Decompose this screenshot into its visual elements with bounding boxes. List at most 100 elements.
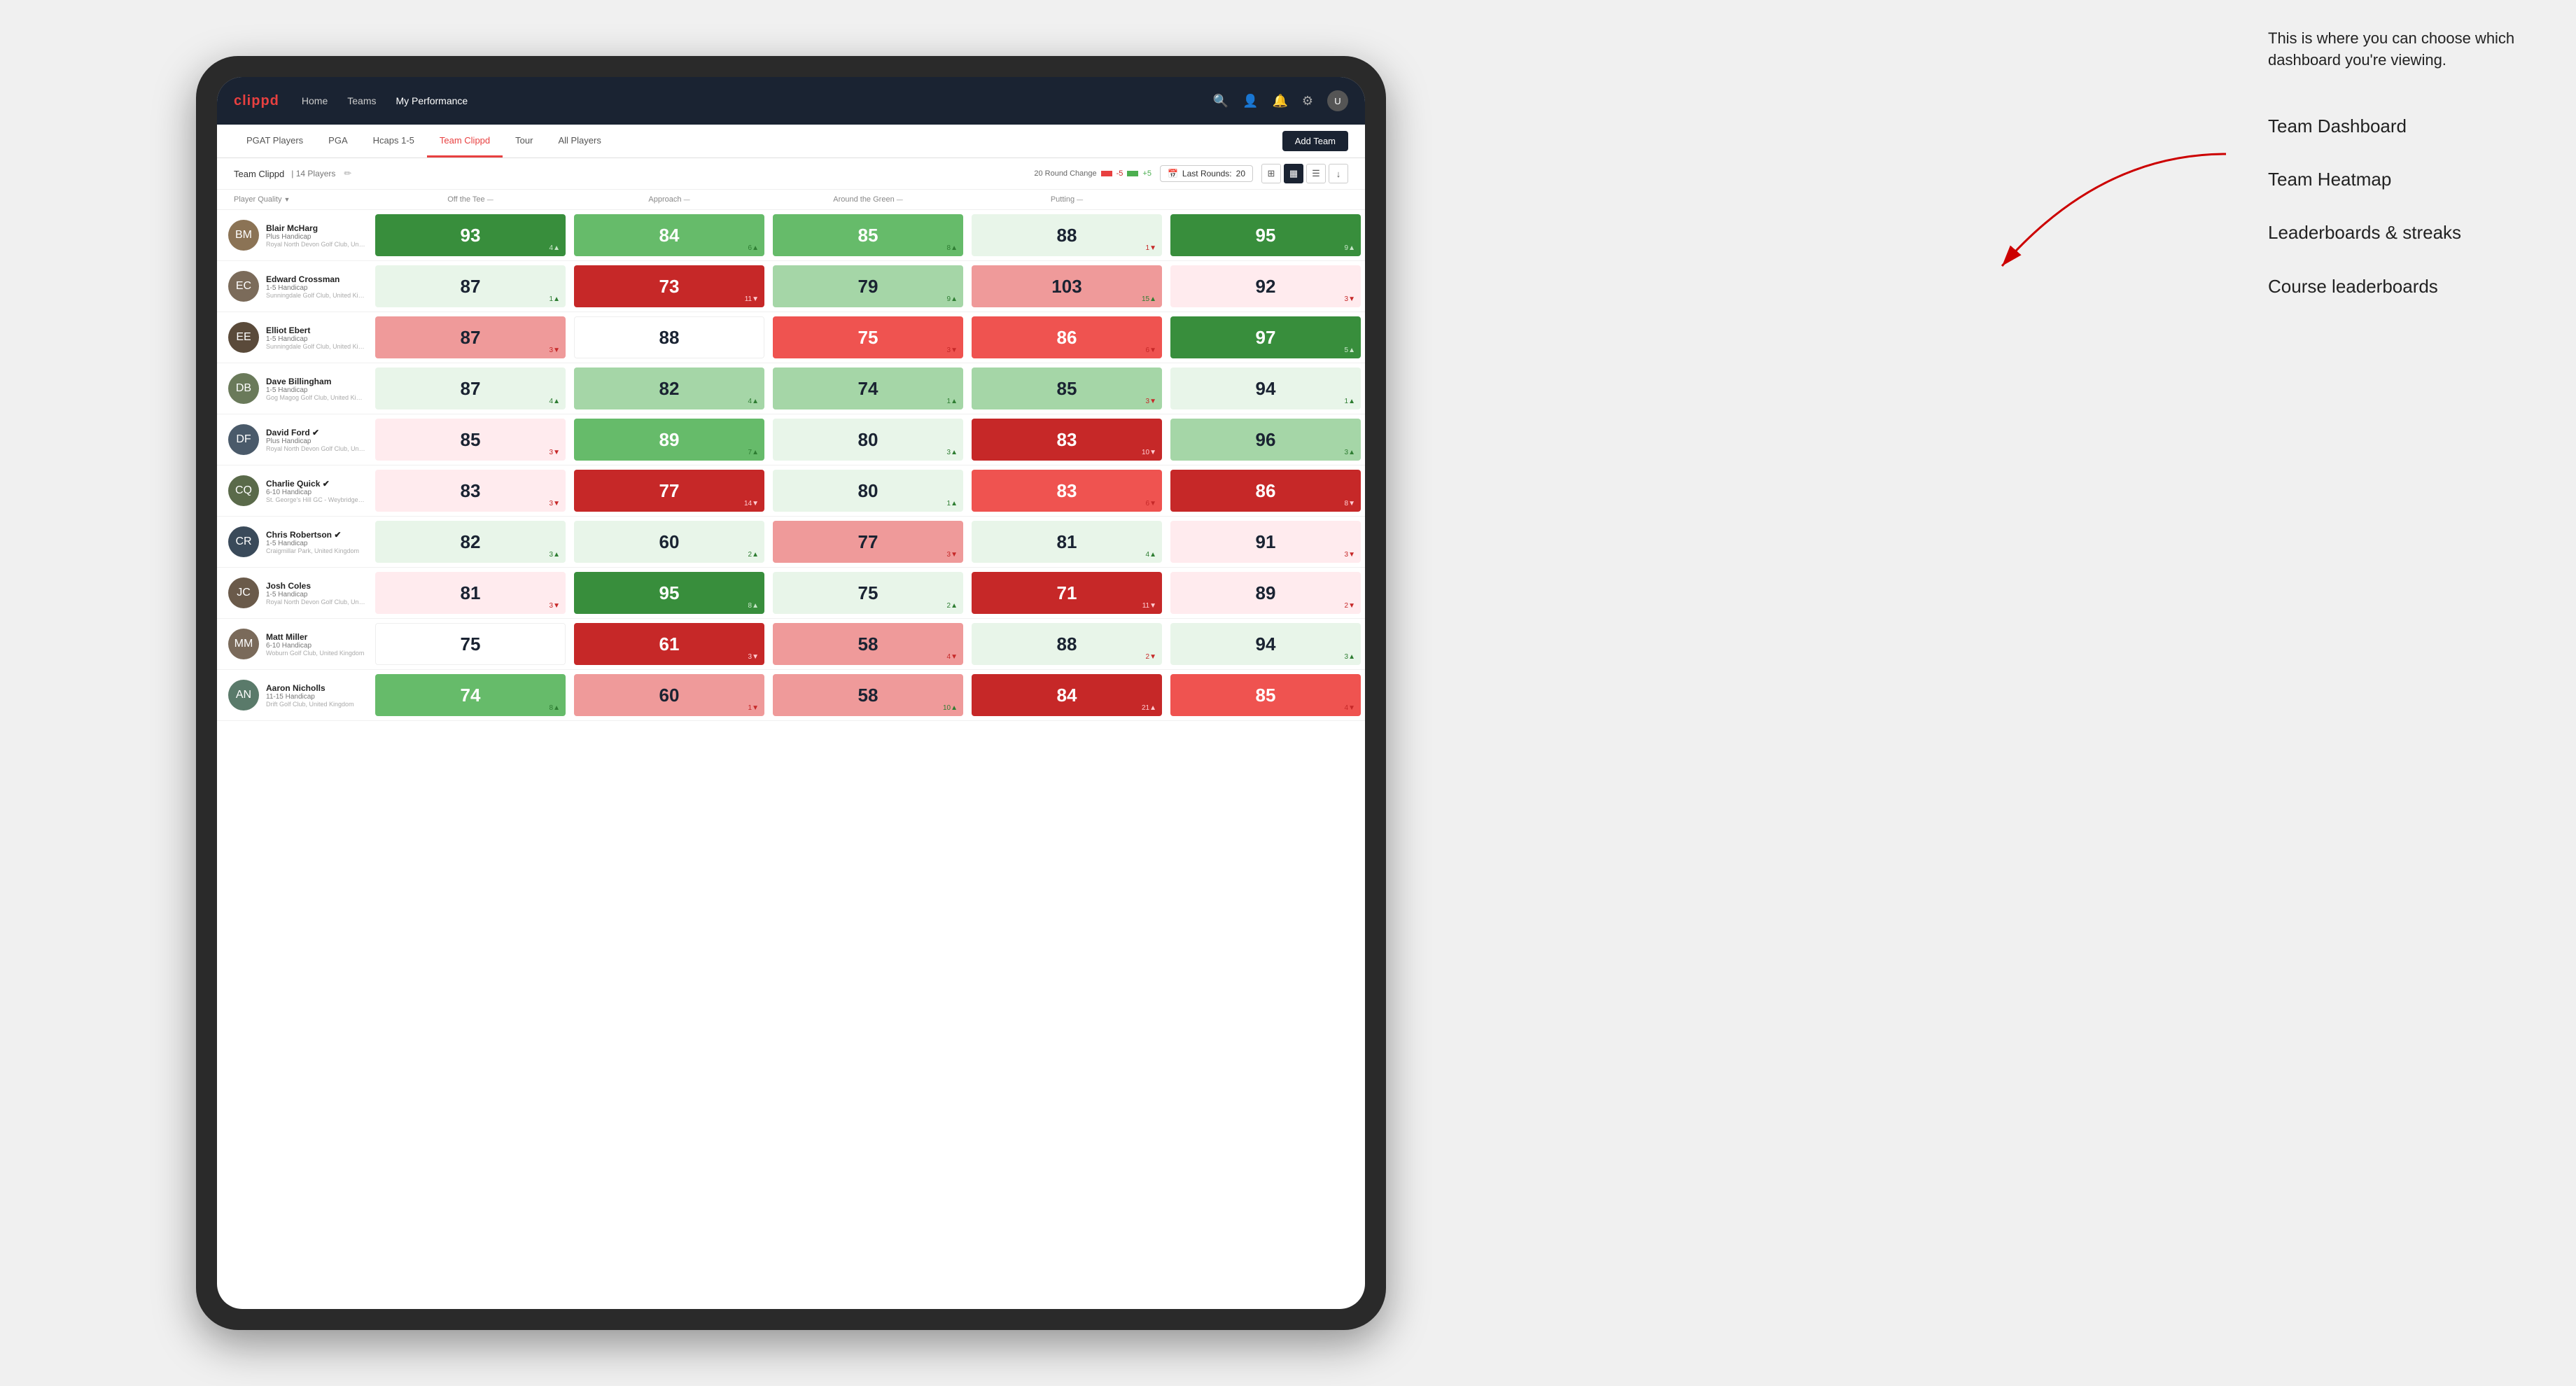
bar-green xyxy=(1127,171,1138,176)
score-cell[interactable]: 871▲ xyxy=(371,261,570,312)
settings-icon[interactable]: ⚙ xyxy=(1302,94,1313,108)
nav-link-teams[interactable]: Teams xyxy=(347,95,376,106)
score-cell[interactable]: 8421▲ xyxy=(967,670,1166,720)
player-cell[interactable]: CRChris Robertson ✔1-5 HandicapCraigmill… xyxy=(217,517,371,567)
score-cell[interactable]: 941▲ xyxy=(1166,363,1365,414)
score-box: 923▼ xyxy=(1170,265,1361,307)
score-delta: 9▲ xyxy=(947,295,958,303)
col-header-offtee[interactable]: Off the Tee — xyxy=(371,190,570,209)
score-cell[interactable]: 853▼ xyxy=(371,414,570,465)
score-cell[interactable]: 854▼ xyxy=(1166,670,1365,720)
score-cell[interactable]: 752▲ xyxy=(769,568,967,618)
score-cell[interactable]: 958▲ xyxy=(570,568,769,618)
user-icon[interactable]: 👤 xyxy=(1242,94,1258,108)
score-cell[interactable]: 753▼ xyxy=(769,312,967,363)
score-cell[interactable]: 88 xyxy=(570,312,769,363)
score-cell[interactable]: 5810▲ xyxy=(769,670,967,720)
score-cell[interactable]: 897▲ xyxy=(570,414,769,465)
user-avatar[interactable]: U xyxy=(1327,90,1348,111)
score-box: 799▲ xyxy=(773,265,963,307)
col-header-aroundgreen[interactable]: Around the Green — xyxy=(769,190,967,209)
col-header-putting[interactable]: Putting — xyxy=(967,190,1166,209)
change-pos: +5 xyxy=(1142,169,1152,178)
nav-link-home[interactable]: Home xyxy=(302,95,328,106)
last-rounds-label: Last Rounds: xyxy=(1182,169,1232,178)
player-cell[interactable]: EEElliot Ebert1-5 HandicapSunningdale Go… xyxy=(217,312,371,363)
player-cell[interactable]: ECEdward Crossman1-5 HandicapSunningdale… xyxy=(217,261,371,312)
edit-team-icon[interactable]: ✏ xyxy=(344,168,351,179)
score-cell[interactable]: 613▼ xyxy=(570,619,769,669)
score-cell[interactable]: 975▲ xyxy=(1166,312,1365,363)
list-view-button[interactable]: ☰ xyxy=(1306,164,1326,183)
score-cell[interactable]: 934▲ xyxy=(371,210,570,260)
score-cell[interactable]: 873▼ xyxy=(371,312,570,363)
player-cell[interactable]: DBDave Billingham1-5 HandicapGog Magog G… xyxy=(217,363,371,414)
add-team-button[interactable]: Add Team xyxy=(1282,131,1348,151)
tab-team-clippd[interactable]: Team Clippd xyxy=(427,125,503,158)
tab-all-players[interactable]: All Players xyxy=(545,125,613,158)
score-cell[interactable]: 959▲ xyxy=(1166,210,1365,260)
tab-pga[interactable]: PGA xyxy=(316,125,360,158)
player-cell[interactable]: MMMatt Miller6-10 HandicapWoburn Golf Cl… xyxy=(217,619,371,669)
score-box: 753▼ xyxy=(773,316,963,358)
heatmap-view-button[interactable]: ▦ xyxy=(1284,164,1303,183)
score-cell[interactable]: 803▲ xyxy=(769,414,967,465)
annotation-item-4: Course leaderboards xyxy=(2268,274,2534,299)
app-logo: clippd xyxy=(234,93,279,109)
score-cell[interactable]: 824▲ xyxy=(570,363,769,414)
search-icon[interactable]: 🔍 xyxy=(1213,94,1228,108)
score-cell[interactable]: 913▼ xyxy=(1166,517,1365,567)
score-cell[interactable]: 602▲ xyxy=(570,517,769,567)
score-cell[interactable]: 874▲ xyxy=(371,363,570,414)
score-cell[interactable]: 923▼ xyxy=(1166,261,1365,312)
score-cell[interactable]: 836▼ xyxy=(967,465,1166,516)
score-cell[interactable]: 853▼ xyxy=(967,363,1166,414)
score-cell[interactable]: 8310▼ xyxy=(967,414,1166,465)
score-cell[interactable]: 943▲ xyxy=(1166,619,1365,669)
score-box: 8310▼ xyxy=(972,419,1162,461)
score-cell[interactable]: 963▲ xyxy=(1166,414,1365,465)
tab-tour[interactable]: Tour xyxy=(503,125,545,158)
score-box: 602▲ xyxy=(574,521,764,563)
player-cell[interactable]: ANAaron Nicholls11-15 HandicapDrift Golf… xyxy=(217,670,371,720)
col-header-approach[interactable]: Approach — xyxy=(570,190,769,209)
bell-icon[interactable]: 🔔 xyxy=(1272,94,1287,108)
player-cell[interactable]: DFDavid Ford ✔Plus HandicapRoyal North D… xyxy=(217,414,371,465)
score-cell[interactable]: 823▲ xyxy=(371,517,570,567)
score-cell[interactable]: 882▼ xyxy=(967,619,1166,669)
score-value: 60 xyxy=(659,531,680,553)
score-cell[interactable]: 813▼ xyxy=(371,568,570,618)
score-cell[interactable]: 7311▼ xyxy=(570,261,769,312)
nav-links: Home Teams My Performance xyxy=(302,95,1213,106)
score-cell[interactable]: 799▲ xyxy=(769,261,967,312)
score-cell[interactable]: 846▲ xyxy=(570,210,769,260)
score-cell[interactable]: 881▼ xyxy=(967,210,1166,260)
player-cell[interactable]: BMBlair McHargPlus HandicapRoyal North D… xyxy=(217,210,371,260)
score-cell[interactable]: 601▼ xyxy=(570,670,769,720)
player-cell[interactable]: CQCharlie Quick ✔6-10 HandicapSt. George… xyxy=(217,465,371,516)
nav-link-myperformance[interactable]: My Performance xyxy=(396,95,468,106)
tab-hcaps[interactable]: Hcaps 1-5 xyxy=(360,125,427,158)
col-header-player[interactable]: Player Quality ▼ xyxy=(217,190,371,209)
score-cell[interactable]: 868▼ xyxy=(1166,465,1365,516)
grid-view-button[interactable]: ⊞ xyxy=(1261,164,1281,183)
score-cell[interactable]: 741▲ xyxy=(769,363,967,414)
tab-pgat-players[interactable]: PGAT Players xyxy=(234,125,316,158)
score-cell[interactable]: 833▼ xyxy=(371,465,570,516)
score-cell[interactable]: 773▼ xyxy=(769,517,967,567)
score-cell[interactable]: 866▼ xyxy=(967,312,1166,363)
score-box: 833▼ xyxy=(375,470,566,512)
last-rounds-button[interactable]: 📅 Last Rounds: 20 xyxy=(1160,165,1253,182)
player-cell[interactable]: JCJosh Coles1-5 HandicapRoyal North Devo… xyxy=(217,568,371,618)
score-cell[interactable]: 892▼ xyxy=(1166,568,1365,618)
score-cell[interactable]: 584▼ xyxy=(769,619,967,669)
score-cell[interactable]: 7111▼ xyxy=(967,568,1166,618)
score-cell[interactable]: 814▲ xyxy=(967,517,1166,567)
download-button[interactable]: ↓ xyxy=(1329,164,1348,183)
score-cell[interactable]: 10315▲ xyxy=(967,261,1166,312)
score-cell[interactable]: 858▲ xyxy=(769,210,967,260)
score-cell[interactable]: 801▲ xyxy=(769,465,967,516)
score-cell[interactable]: 75 xyxy=(371,619,570,669)
score-cell[interactable]: 7714▼ xyxy=(570,465,769,516)
score-cell[interactable]: 748▲ xyxy=(371,670,570,720)
